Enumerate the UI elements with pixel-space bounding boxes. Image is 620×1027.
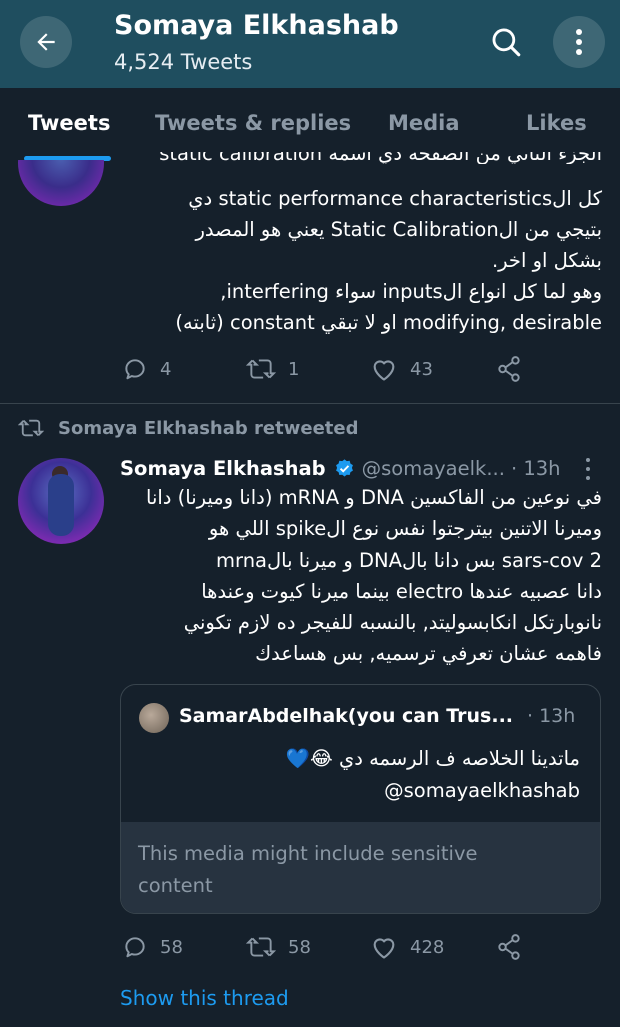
tweet-text-line: modifying, desirable او لا تبقي constant… <box>175 311 602 334</box>
tweet-text-line: الجزء التاني من الصفحه دي اسمه static ca… <box>159 152 602 164</box>
sensitive-media-warning[interactable]: This media might include sensitive conte… <box>121 822 600 913</box>
quoted-author-name: SamarAbdelhak(you can Trus... <box>179 705 514 727</box>
tweet-text-line: بتيجي من الStatic Calibration يعني هو ال… <box>195 218 603 241</box>
quoted-tweet-header: SamarAbdelhak(you can Trus... · 13h <box>179 705 575 727</box>
tab-tweets[interactable]: Tweets <box>28 111 110 135</box>
tab-tweets-replies[interactable]: Tweets & replies <box>155 111 351 135</box>
tweet-text-line: كل الstatic performance characteristics … <box>188 187 602 210</box>
tweet-text-line: وهو لما كل انواع الinputs سواء interferi… <box>220 280 602 303</box>
like-count: 428 <box>410 936 445 958</box>
retweet-button[interactable]: 1 <box>246 356 299 382</box>
retweet-count: 58 <box>288 936 311 958</box>
tweet-text-line: نانوبارتكل انكابسوليتد, بالنسبه للفيجر د… <box>183 611 602 635</box>
retweet-icon <box>18 419 44 437</box>
tweet-divider <box>0 403 620 404</box>
share-icon <box>498 356 520 382</box>
quoted-avatar <box>139 703 169 733</box>
retweet-context[interactable]: Somaya Elkhashab retweeted <box>18 417 358 439</box>
tweet-text-line: وميرنا الاتنين بيترجتوا نفس نوع الspike … <box>208 517 602 541</box>
reply-button[interactable]: 58 <box>122 934 183 960</box>
tab-likes[interactable]: Likes <box>526 111 587 135</box>
retweet-icon <box>246 937 276 957</box>
sensitive-media-label: This media might include sensitive conte… <box>138 842 478 897</box>
quoted-timestamp: · 13h <box>527 705 576 727</box>
retweet-icon <box>246 359 276 379</box>
search-button[interactable] <box>480 16 532 68</box>
heart-icon <box>373 360 395 381</box>
back-button[interactable] <box>20 16 72 68</box>
tweet-text-line: دانا عصبيه عندها electro بينما ميرنا كيو… <box>201 579 602 603</box>
avatar[interactable] <box>18 458 104 544</box>
reply-icon <box>125 359 145 380</box>
share-button[interactable] <box>496 355 522 383</box>
like-count: 43 <box>410 358 433 380</box>
tweet-text-line: فاهمه عشان تعرفي ترسميه, بس هساعدك <box>255 642 602 666</box>
profile-tabs: Tweets Tweets & replies Media Likes <box>0 88 620 162</box>
tweet-text: في نوعين من الفاكسين DNA و mRNA (دانا وم… <box>146 482 602 670</box>
share-icon <box>498 934 520 960</box>
reply-icon <box>125 937 145 958</box>
more-vertical-icon <box>576 29 582 55</box>
tweet-timestamp[interactable]: · 13h <box>511 457 561 480</box>
verified-badge-icon <box>335 459 353 477</box>
tweet-text-line: بشكل او اخر. <box>491 249 602 272</box>
profile-header: Somaya Elkhashab 4,524 Tweets <box>0 0 620 88</box>
quoted-tweet-card[interactable]: SamarAbdelhak(you can Trus... · 13h ماتد… <box>120 684 601 914</box>
tweet-text-line: sars-cov 2 بس دانا بالDNA و ميرنا بالmrn… <box>216 548 602 572</box>
search-icon <box>492 28 521 57</box>
heart-icon <box>373 938 395 959</box>
more-options-button[interactable] <box>553 16 605 68</box>
author-name[interactable]: Somaya Elkhashab <box>120 457 326 480</box>
show-thread-link[interactable]: Show this thread <box>120 986 289 1010</box>
tab-media[interactable]: Media <box>388 111 460 135</box>
avatar[interactable] <box>18 160 104 208</box>
retweet-count: 1 <box>288 358 300 380</box>
author-handle[interactable]: @somayaelk... <box>362 457 505 480</box>
like-button[interactable]: 43 <box>370 356 433 382</box>
tweet-menu-button[interactable] <box>578 458 598 480</box>
quoted-mention[interactable]: @somayaelkhashab <box>286 775 580 807</box>
arrow-left-icon <box>37 33 55 51</box>
quoted-tweet-text: ماتدينا الخلاصه ف الرسمه دي 😂💙 @somayael… <box>286 743 580 807</box>
tweet-count: 4,524 Tweets <box>114 50 253 74</box>
retweet-context-label: Somaya Elkhashab retweeted <box>58 417 359 439</box>
share-button[interactable] <box>496 933 522 961</box>
reply-button[interactable]: 4 <box>122 356 171 382</box>
tweet-text: الجزء التاني من الصفحه دي اسمه static ca… <box>159 152 602 338</box>
quoted-text-line: ماتدينا الخلاصه ف الرسمه دي 😂💙 <box>285 747 580 770</box>
like-button[interactable]: 428 <box>370 934 444 960</box>
reply-count: 58 <box>160 936 183 958</box>
retweet-button[interactable]: 58 <box>246 934 311 960</box>
reply-count: 4 <box>160 358 172 380</box>
tweet-text-line: في نوعين من الفاكسين DNA و mRNA (دانا وم… <box>146 486 602 509</box>
tweet-header: Somaya Elkhashab @somayaelk... · 13h <box>120 457 561 480</box>
profile-name: Somaya Elkhashab <box>114 10 399 41</box>
